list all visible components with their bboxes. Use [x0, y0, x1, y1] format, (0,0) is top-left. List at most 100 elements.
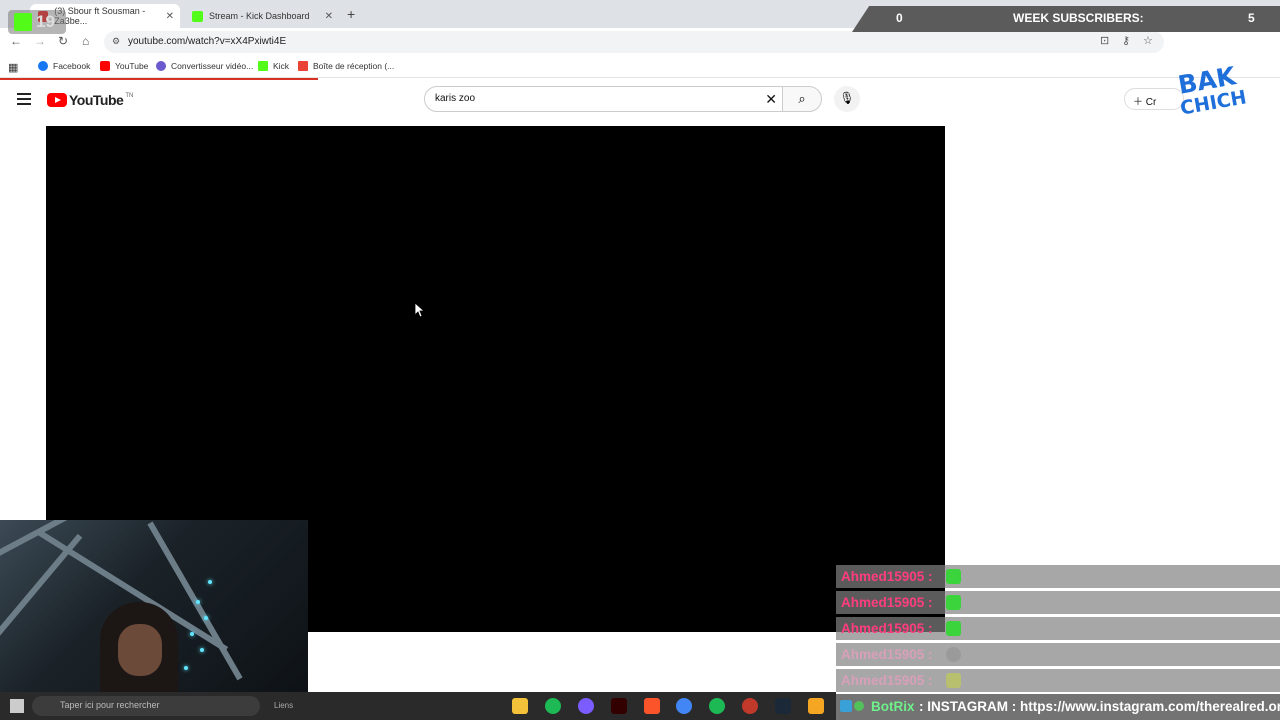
chat-username: Ahmed15905 :: [841, 569, 933, 584]
emote-icon: [946, 621, 961, 636]
illustrator-icon[interactable]: [611, 698, 627, 714]
windows-taskbar: Taper ici pour rechercher Liens: [0, 692, 836, 720]
kick-favicon-icon: [192, 10, 203, 22]
chat-message: Ahmed15905 :: [836, 617, 1280, 640]
microphone-icon: 🎙: [839, 91, 855, 105]
close-tab-icon[interactable]: ✕: [325, 11, 333, 22]
home-icon[interactable]: ⌂: [82, 34, 89, 48]
kick-icon: [258, 61, 268, 71]
taskbar-search-placeholder: Taper ici pour rechercher: [60, 700, 160, 710]
tab-kick-label: Stream - Kick Dashboard: [209, 11, 310, 21]
week-subscribers-label: WEEK SUBSCRIBERS:: [1013, 11, 1144, 25]
youtube-icon: [100, 61, 110, 71]
discord-icon[interactable]: [578, 698, 594, 714]
youtube-logo[interactable]: YouTube TN: [47, 92, 133, 108]
voice-search-button[interactable]: 🎙: [834, 86, 860, 112]
obs-icon[interactable]: [742, 698, 758, 714]
country-code: TN: [125, 93, 134, 99]
file-explorer-icon[interactable]: [512, 698, 528, 714]
chat-username: Ahmed15905 :: [841, 621, 933, 636]
bookmark-converter[interactable]: Convertisseur vidéo...: [156, 61, 253, 71]
bot-username: BotRix: [871, 699, 915, 714]
fairy-light: [204, 616, 208, 620]
app-icon[interactable]: [808, 698, 824, 714]
fairy-light: [184, 666, 188, 670]
install-app-icon[interactable]: ⊡: [1100, 34, 1109, 47]
bookmark-star-icon[interactable]: ☆: [1143, 34, 1153, 47]
emote-icon: [946, 647, 961, 662]
url-text: youtube.com/watch?v=xX4Pxiwti4E: [128, 36, 287, 47]
taskbar-links-label: Liens: [274, 701, 294, 710]
youtube-header: YouTube TN karis zoo ✕ ⌕ 🎙 ＋ Cr: [0, 80, 1280, 120]
bookmark-gmail-label: Boîte de réception (...: [313, 61, 395, 71]
bookmark-youtube-label: YouTube: [115, 61, 149, 71]
tab-youtube-label: (3) Sbour ft Sousman - Za3be...: [54, 6, 146, 26]
browser-toolbar: ← → ↻ ⌂ ⚙ youtube.com/watch?v=xX4Pxiwti4…: [0, 28, 1280, 56]
bookmark-converter-label: Convertisseur vidéo...: [171, 61, 254, 71]
address-bar[interactable]: ⚙ youtube.com/watch?v=xX4Pxiwti4E: [104, 31, 1164, 53]
bookmark-kick-label: Kick: [273, 61, 290, 71]
chat-message: Ahmed15905 :: [836, 565, 1280, 588]
subscriber-count-right: 5: [1248, 11, 1255, 25]
new-tab-icon[interactable]: +: [347, 6, 355, 22]
taskbar-search[interactable]: Taper ici pour rechercher: [32, 696, 260, 716]
webcam-feed: [0, 520, 308, 708]
chat-username: Ahmed15905 :: [841, 673, 933, 688]
wall-stripe: [0, 520, 211, 566]
chat-message: Ahmed15905 :: [836, 591, 1280, 614]
reload-icon[interactable]: ↻: [58, 34, 68, 48]
password-key-icon[interactable]: ⚷: [1122, 34, 1130, 47]
streamer-face: [118, 624, 162, 676]
bookmark-facebook-label: Facebook: [53, 61, 91, 71]
screen: (3) Sbour ft Sousman - Za3be... ✕ Stream…: [0, 0, 1280, 720]
fairy-light: [190, 632, 194, 636]
bot-badge-icon: [840, 700, 866, 714]
youtube-wordmark: YouTube: [69, 92, 124, 108]
bookmark-youtube[interactable]: YouTube: [100, 61, 148, 71]
facebook-icon: [38, 61, 48, 71]
fairy-light: [208, 580, 212, 584]
emote-icon: [946, 569, 961, 584]
clear-search-icon[interactable]: ✕: [765, 91, 777, 108]
brave-icon[interactable]: [644, 698, 660, 714]
bookmark-facebook[interactable]: Facebook: [38, 61, 90, 71]
converter-icon: [156, 61, 166, 71]
fairy-light: [196, 600, 200, 604]
chat-message: Ahmed15905 :: [836, 643, 1280, 666]
steam-icon[interactable]: [775, 698, 791, 714]
search-input[interactable]: karis zoo ✕: [424, 86, 790, 112]
fairy-light: [200, 648, 204, 652]
spotify-icon[interactable]: [545, 698, 561, 714]
create-button-label: Cr: [1145, 97, 1157, 108]
subscriber-count-left: 0: [896, 11, 903, 25]
kick-viewer-count: 19: [36, 12, 55, 31]
search-button[interactable]: ⌕: [782, 86, 822, 112]
kick-viewer-badge: 19: [8, 10, 66, 34]
apps-grid-icon[interactable]: ▦: [8, 61, 18, 74]
spotify-icon[interactable]: [709, 698, 725, 714]
bookmarks-bar: ▦ Facebook YouTube Convertisseur vidéo..…: [0, 56, 1280, 78]
forward-icon[interactable]: →: [34, 34, 46, 48]
youtube-play-icon: [47, 93, 67, 107]
windows-start-icon[interactable]: [10, 699, 24, 713]
bookmark-gmail[interactable]: Boîte de réception (...: [298, 61, 394, 71]
bot-message-text: : INSTAGRAM : https://www.instagram.com/…: [919, 699, 1280, 714]
menu-hamburger-icon[interactable]: [17, 93, 31, 105]
kick-logo-icon: [14, 13, 32, 31]
bot-chat-message: BotRix : INSTAGRAM : https://www.instagr…: [836, 694, 1280, 720]
gmail-icon: [298, 61, 308, 71]
chrome-icon[interactable]: [676, 698, 692, 714]
tab-kick-dashboard[interactable]: Stream - Kick Dashboard ✕: [184, 4, 339, 28]
emote-icon: [946, 673, 961, 688]
site-info-icon[interactable]: ⚙: [112, 36, 120, 47]
chat-username: Ahmed15905 :: [841, 595, 933, 610]
close-tab-icon[interactable]: ✕: [166, 11, 174, 22]
emote-icon: [946, 595, 961, 610]
plus-icon: ＋: [1133, 97, 1143, 108]
search-query: karis zoo: [435, 93, 476, 104]
bakchich-logo: BAK CHICH: [1172, 61, 1256, 122]
bookmark-kick[interactable]: Kick: [258, 61, 289, 71]
wall-stripe: [0, 533, 83, 645]
back-icon[interactable]: ←: [10, 34, 22, 48]
chat-username: Ahmed15905 :: [841, 647, 933, 662]
